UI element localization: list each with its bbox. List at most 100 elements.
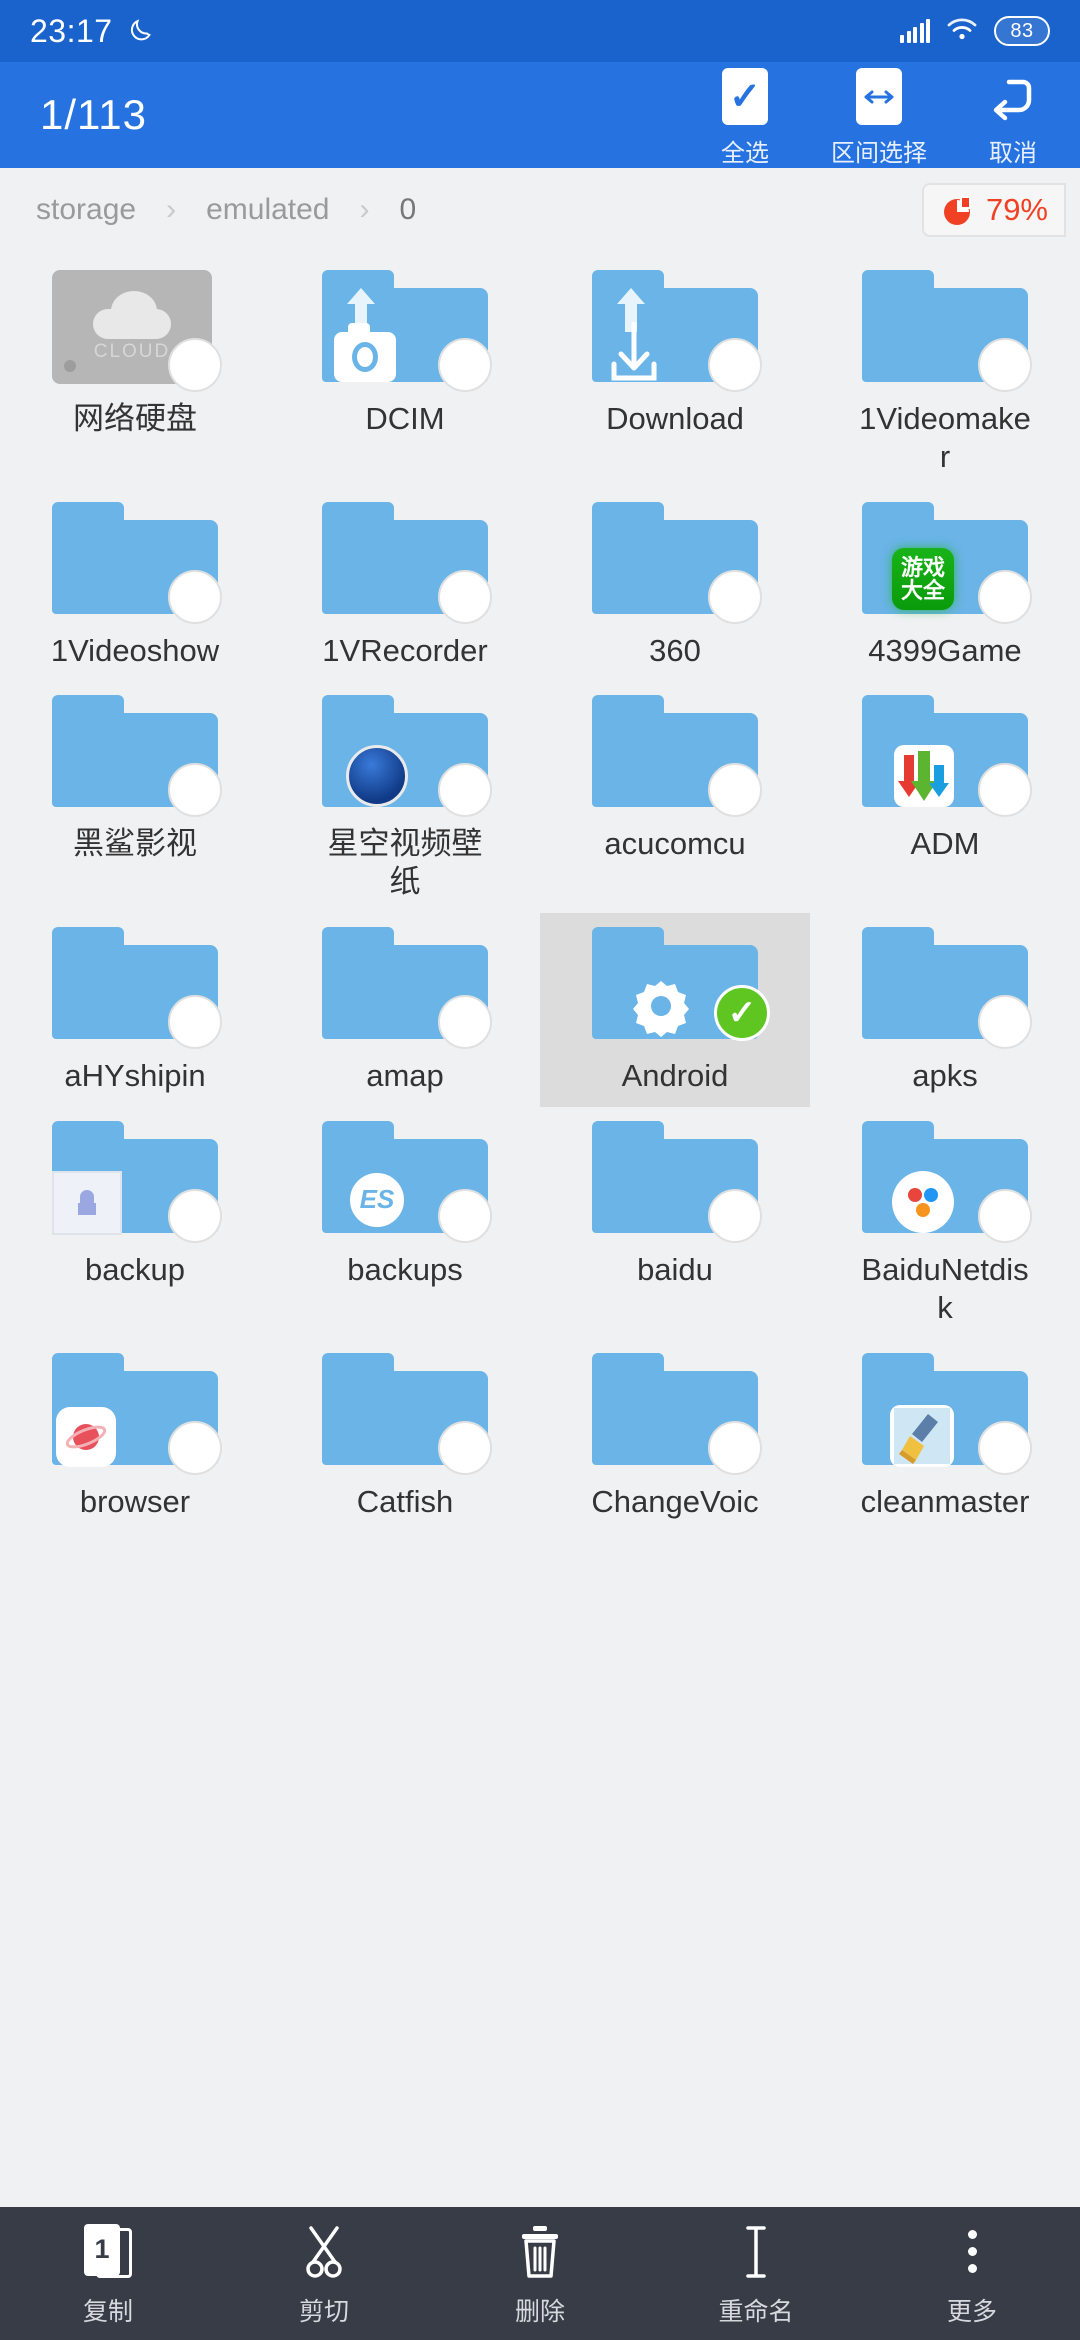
item-select-radio[interactable] (978, 338, 1032, 392)
grid-item[interactable]: cleanmaster (810, 1339, 1080, 1533)
grid-item[interactable]: ChangeVoic (540, 1339, 810, 1533)
breadcrumb: storage › emulated › 0 79% (0, 168, 1080, 252)
rename-button[interactable]: 重命名 (648, 2220, 864, 2328)
chevron-right-icon: › (359, 193, 370, 226)
item-label: DCIM (365, 401, 445, 436)
item-label: amap (366, 1058, 444, 1094)
grid-item[interactable]: Download (540, 256, 810, 488)
item-icon: ES (314, 1120, 496, 1243)
item-select-radio[interactable] (168, 1188, 222, 1243)
file-grid-scroll-area[interactable]: CLOUD 网络硬盘 DCIM Download 1Videomaker 1Vi… (0, 252, 1080, 2207)
item-icon (854, 1352, 1036, 1475)
item-select-radio[interactable] (438, 763, 492, 818)
adm-download-icon (894, 745, 954, 808)
grid-item[interactable]: amap (270, 913, 540, 1107)
battery-indicator: 83 (994, 16, 1050, 46)
signal-bars-icon (900, 19, 930, 43)
item-icon: ✓ (584, 927, 770, 1043)
grid-item[interactable]: CLOUD 网络硬盘 (0, 256, 270, 488)
item-label: BaiduNetdisk (861, 1251, 1029, 1325)
item-select-radio[interactable] (708, 569, 762, 624)
grid-item[interactable]: 黑鲨影视 (0, 681, 270, 913)
breadcrumb-item-storage[interactable]: storage (28, 193, 144, 227)
item-select-radio[interactable] (978, 1188, 1032, 1243)
item-select-radio[interactable] (708, 763, 762, 818)
selection-toolbar: 1/113 ✓ 全选 区间选择 取消 (0, 62, 1080, 168)
grid-item[interactable]: ES backups (270, 1107, 540, 1339)
grid-item[interactable]: Catfish (270, 1339, 540, 1533)
grid-item[interactable]: DCIM (270, 256, 540, 488)
copy-icon: 1 (84, 2223, 132, 2280)
item-label: 网络硬盘 (73, 401, 197, 436)
item-icon (44, 1120, 226, 1243)
cleanmaster-broom-icon (890, 1404, 954, 1467)
item-select-radio[interactable] (438, 338, 492, 392)
storage-usage-badge[interactable]: 79% (921, 183, 1066, 237)
grid-item-selected[interactable]: ✓ Android (540, 913, 810, 1107)
item-select-radio[interactable] (438, 995, 492, 1050)
scissors-cut-icon (299, 2224, 349, 2280)
item-select-radio[interactable] (708, 1188, 762, 1243)
more-vertical-dots-icon (967, 2224, 977, 2280)
item-select-radio[interactable] (978, 569, 1032, 624)
item-select-radio[interactable] (708, 338, 762, 392)
select-all-button[interactable]: ✓ 全选 (678, 62, 812, 168)
item-select-radio[interactable] (978, 995, 1032, 1050)
grid-item[interactable]: 1Videoshow (0, 488, 270, 682)
item-label: cleanmaster (860, 1483, 1030, 1519)
item-icon (854, 270, 1036, 392)
more-button[interactable]: 更多 (864, 2220, 1080, 2328)
check-box-icon: ✓ (722, 68, 768, 125)
range-select-button[interactable]: 区间选择 (812, 62, 946, 168)
grid-item[interactable]: 星空视频壁纸 (270, 681, 540, 913)
grid-item[interactable]: browser (0, 1339, 270, 1533)
grid-item[interactable]: ADM (810, 681, 1080, 913)
grid-item[interactable]: 1VRecorder (270, 488, 540, 682)
item-label: Android (621, 1058, 729, 1094)
copy-button[interactable]: 1 复制 (0, 2220, 216, 2328)
grid-item[interactable]: 1Videomaker (810, 256, 1080, 488)
item-icon (584, 1120, 766, 1243)
starry-sky-icon (346, 745, 408, 808)
breadcrumb-item-emulated[interactable]: emulated (198, 193, 337, 227)
item-select-radio[interactable] (978, 1420, 1032, 1475)
gear-icon (630, 975, 692, 1038)
grid-item[interactable]: BaiduNetdisk (810, 1107, 1080, 1339)
select-all-label: 全选 (721, 140, 769, 167)
cut-button[interactable]: 剪切 (216, 2220, 432, 2328)
item-select-radio[interactable] (168, 569, 222, 624)
more-label: 更多 (946, 2297, 997, 2326)
delete-label: 删除 (514, 2297, 565, 2326)
grid-item[interactable]: baidu (540, 1107, 810, 1339)
item-select-radio[interactable] (438, 1188, 492, 1243)
grid-item[interactable]: backup (0, 1107, 270, 1339)
item-label: Catfish (356, 1483, 454, 1519)
item-select-radio[interactable] (978, 763, 1032, 818)
moon-icon (127, 15, 155, 48)
item-select-radio[interactable] (168, 763, 222, 818)
baidu-netdisk-icon (892, 1170, 954, 1233)
grid-item[interactable]: 游戏 大全 4399Game (810, 488, 1080, 682)
download-arrow-icon (602, 321, 666, 384)
status-time: 23:17 (30, 12, 113, 49)
item-icon (854, 695, 1036, 818)
delete-button[interactable]: 删除 (432, 2220, 648, 2328)
item-label: 360 (649, 632, 701, 668)
item-select-radio[interactable] (438, 1420, 492, 1475)
grid-item[interactable]: acucomcu (540, 681, 810, 913)
item-select-radio[interactable] (168, 1420, 222, 1475)
breadcrumb-item-0[interactable]: 0 (392, 193, 425, 227)
item-label: baidu (637, 1251, 713, 1287)
grid-item[interactable]: aHYshipin (0, 913, 270, 1107)
item-select-radio[interactable] (438, 569, 492, 624)
item-label: 星空视频壁纸 (327, 826, 483, 900)
grid-item[interactable]: apks (810, 913, 1080, 1107)
item-select-radio[interactable] (168, 995, 222, 1050)
file-grid: CLOUD 网络硬盘 DCIM Download 1Videomaker 1Vi… (0, 252, 1080, 1532)
item-select-radio[interactable] (168, 338, 222, 392)
grid-item[interactable]: 360 (540, 488, 810, 682)
rename-label: 重命名 (718, 2297, 794, 2326)
item-select-radio[interactable] (708, 1420, 762, 1475)
cancel-button[interactable]: 取消 (946, 62, 1080, 168)
range-select-label: 区间选择 (831, 140, 927, 167)
